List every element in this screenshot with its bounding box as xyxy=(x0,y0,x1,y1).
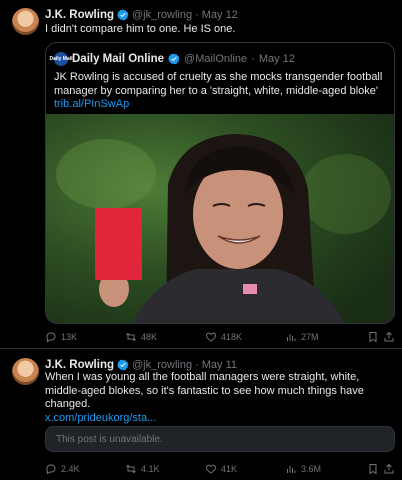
reply-icon xyxy=(46,332,56,343)
quote-text: JK Rowling is accused of cruelty as she … xyxy=(54,71,386,112)
avatar[interactable] xyxy=(12,358,39,385)
share-icon xyxy=(384,331,394,342)
like-button[interactable]: 41K xyxy=(205,463,285,475)
view-count: 3.6M xyxy=(301,464,322,474)
avatar[interactable] xyxy=(12,8,39,35)
views-icon xyxy=(287,466,296,473)
logo-text: Daily Mail xyxy=(49,56,73,62)
bookmark-icon xyxy=(369,332,377,343)
separator-dot: · xyxy=(251,53,255,65)
verified-badge-icon xyxy=(168,53,180,65)
author-name[interactable]: J.K. Rowling xyxy=(45,9,114,21)
action-bar: 2.4K 4.1K 41K 3.6M xyxy=(45,462,395,476)
post-date[interactable]: May 12 xyxy=(202,9,238,21)
verified-badge-icon xyxy=(117,359,129,371)
verified-badge-icon xyxy=(117,9,129,21)
like-button[interactable]: 418K xyxy=(205,331,285,343)
like-icon xyxy=(206,464,216,474)
repost-count: 48K xyxy=(141,332,158,342)
tweet-header: J.K. Rowling @jk_rowling · May 12 xyxy=(45,7,238,23)
quote-author-name[interactable]: Daily Mail Online xyxy=(72,53,164,65)
tweet-body: When I was young all the football manage… xyxy=(45,371,364,410)
repost-count: 4.1K xyxy=(141,464,160,474)
tweet-text: When I was young all the football manage… xyxy=(45,371,392,425)
photo-illustration xyxy=(46,114,394,323)
share-icon xyxy=(384,463,394,474)
tweet-text: I didn't compare him to one. He IS one. xyxy=(45,23,236,35)
post-date[interactable]: May 11 xyxy=(202,359,237,371)
tweet-link[interactable]: x.com/prideukorg/sta... xyxy=(45,412,156,424)
views-icon xyxy=(287,334,296,341)
tweet-card[interactable]: J.K. Rowling @jk_rowling · May 11 When I… xyxy=(0,349,402,480)
bookmark-icon xyxy=(369,464,377,475)
repost-icon xyxy=(126,332,136,342)
quote-body: JK Rowling is accused of cruelty as she … xyxy=(54,71,383,97)
repost-button[interactable]: 4.1K xyxy=(125,463,205,475)
author-handle[interactable]: @jk_rowling xyxy=(132,359,192,371)
daily-mail-logo[interactable]: Daily Mail xyxy=(49,52,73,66)
quote-photo[interactable] xyxy=(46,114,394,323)
quote-author-handle[interactable]: @MailOnline xyxy=(184,53,247,65)
reply-button[interactable]: 13K xyxy=(45,331,125,343)
tweet-card[interactable]: J.K. Rowling @jk_rowling · May 12 I didn… xyxy=(0,0,402,349)
separator-dot: · xyxy=(195,359,199,371)
reply-count: 13K xyxy=(61,332,78,342)
like-icon xyxy=(206,332,216,342)
views-button[interactable]: 3.6M xyxy=(285,463,365,475)
views-button[interactable]: 27M xyxy=(285,331,365,343)
like-count: 41K xyxy=(221,464,238,474)
view-count: 27M xyxy=(301,332,319,342)
quote-date[interactable]: May 12 xyxy=(259,53,295,65)
repost-button[interactable]: 48K xyxy=(125,331,205,343)
reply-button[interactable]: 2.4K xyxy=(45,463,125,475)
action-bar: 13K 48K 418K 27M xyxy=(45,330,395,344)
reply-count: 2.4K xyxy=(61,464,80,474)
separator-dot: · xyxy=(195,9,199,21)
like-count: 418K xyxy=(221,332,243,342)
author-handle[interactable]: @jk_rowling xyxy=(132,9,192,21)
reply-icon xyxy=(46,464,56,475)
share-button[interactable] xyxy=(367,331,395,343)
unavailable-post-notice: This post is unavailable. xyxy=(45,426,395,452)
quote-link[interactable]: trib.al/PInSwAp xyxy=(54,98,129,110)
quote-header: Daily Mail Daily Mail Online @MailOnline… xyxy=(49,51,295,67)
share-button[interactable] xyxy=(367,463,395,475)
repost-icon xyxy=(126,464,136,474)
quoted-tweet[interactable]: Daily Mail Daily Mail Online @MailOnline… xyxy=(45,42,395,324)
author-name[interactable]: J.K. Rowling xyxy=(45,359,114,371)
